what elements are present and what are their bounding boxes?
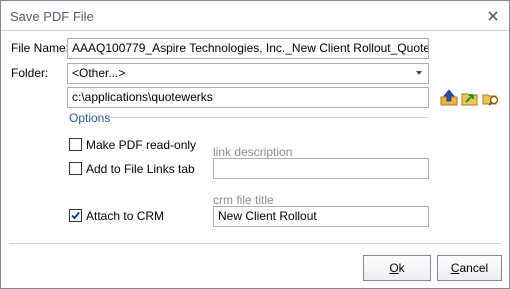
- folder-browse-icon[interactable]: [461, 89, 479, 107]
- make-readonly-label[interactable]: Make PDF read-only: [86, 138, 196, 152]
- make-readonly-checkbox[interactable]: [69, 138, 82, 151]
- folder-dropdown-value: <Other...>: [72, 66, 126, 80]
- folder-up-icon[interactable]: [440, 89, 458, 107]
- crm-file-title-label: crm file title: [213, 193, 274, 207]
- checkmark-icon: [71, 211, 80, 220]
- folder-dropdown[interactable]: <Other...>: [67, 63, 429, 84]
- attach-to-crm-checkbox[interactable]: [69, 209, 82, 222]
- file-name-label: File Name:: [11, 41, 70, 55]
- cancel-label-rest: ancel: [459, 261, 489, 275]
- crm-file-title-input[interactable]: New Client Rollout: [213, 206, 429, 227]
- options-group-title: Options: [69, 111, 113, 125]
- file-name-input[interactable]: AAAQ100779_Aspire Technologies, Inc._New…: [67, 38, 429, 59]
- link-description-input[interactable]: [213, 158, 429, 179]
- add-to-file-links-label[interactable]: Add to File Links tab: [86, 162, 195, 176]
- ok-button[interactable]: Ok: [363, 255, 431, 281]
- folder-label: Folder:: [11, 66, 49, 80]
- add-to-file-links-checkbox[interactable]: [69, 162, 82, 175]
- cancel-button[interactable]: Cancel: [437, 255, 502, 281]
- save-pdf-dialog: Save PDF File File Name: AAAQ100779_Aspi…: [0, 0, 510, 289]
- attach-to-crm-label[interactable]: Attach to CRM: [86, 209, 164, 223]
- footer-divider: [9, 243, 501, 244]
- ok-label-rest: k: [398, 261, 405, 275]
- ok-mnemonic: O: [389, 261, 399, 275]
- title-bar[interactable]: Save PDF File: [1, 1, 509, 31]
- close-icon[interactable]: [485, 8, 501, 24]
- folder-path-input[interactable]: c:\applications\quotewerks: [67, 87, 429, 108]
- options-divider: [108, 117, 428, 118]
- folder-search-icon[interactable]: [482, 89, 500, 107]
- link-description-label: link description: [213, 145, 293, 159]
- window-title: Save PDF File: [10, 9, 94, 24]
- chevron-down-icon[interactable]: [416, 71, 422, 75]
